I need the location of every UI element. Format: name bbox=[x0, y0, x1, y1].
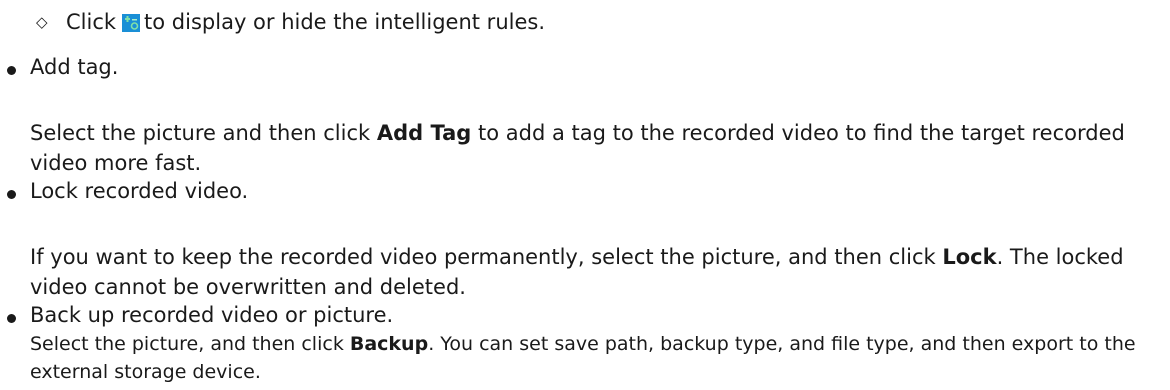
item-paragraph-lock: If you want to keep the recorded video p… bbox=[30, 242, 1165, 302]
sub-bullet-intelligent-rules: ◇ Click to display or hide the intellige… bbox=[36, 8, 545, 36]
para-text: Select the picture, and then click bbox=[30, 333, 350, 355]
intelligent-rules-icon bbox=[122, 13, 141, 32]
diamond-bullet: ◇ bbox=[36, 13, 48, 31]
para-bold-backup: Backup bbox=[349, 333, 429, 355]
item-paragraph-add-tag: Select the picture and then click Add Ta… bbox=[30, 118, 1165, 178]
sub-bullet-text-before: Click bbox=[66, 10, 117, 34]
item-heading-lock: Lock recorded video. bbox=[30, 179, 249, 203]
para-text: Select the picture and then click bbox=[30, 121, 377, 145]
sub-bullet-text-after: to display or hide the intelligent rules… bbox=[144, 10, 545, 34]
para-bold-add-tag: Add Tag bbox=[376, 121, 472, 145]
item-heading-add-tag: Add tag. bbox=[30, 55, 119, 79]
bullet-dot bbox=[7, 314, 16, 323]
bullet-dot bbox=[7, 66, 16, 75]
bullet-dot bbox=[7, 190, 16, 199]
para-text: If you want to keep the recorded video p… bbox=[30, 245, 943, 269]
item-paragraph-backup: Select the picture, and then click Backu… bbox=[30, 330, 1165, 386]
para-bold-lock: Lock bbox=[942, 245, 997, 269]
item-heading-backup: Back up recorded video or picture. bbox=[30, 303, 394, 327]
